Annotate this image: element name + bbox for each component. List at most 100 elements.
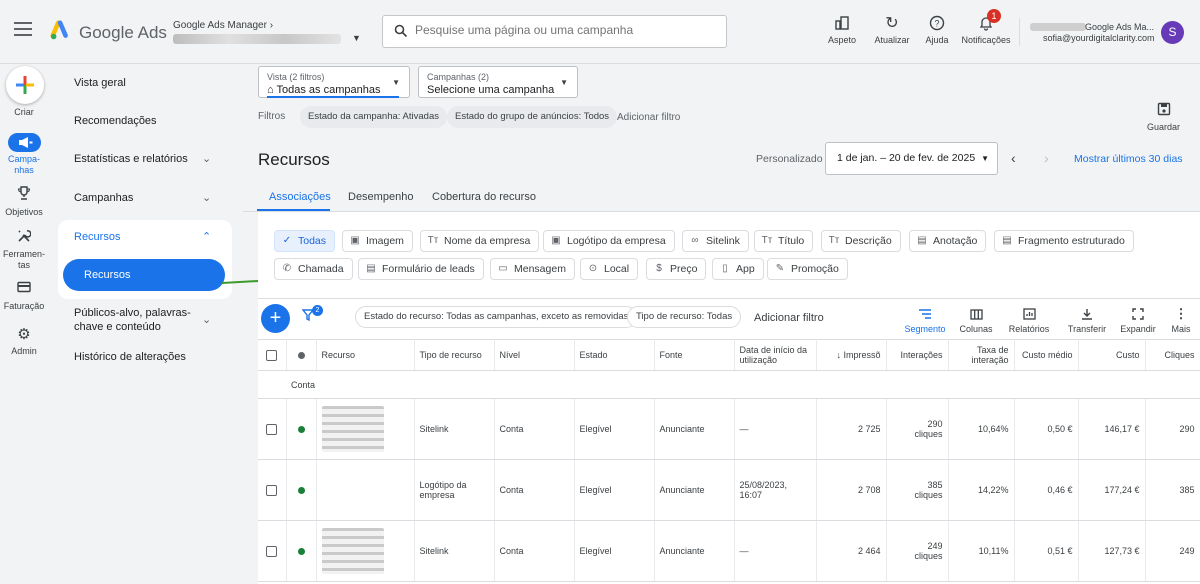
- notifications-button[interactable]: Notificações: [960, 14, 1012, 45]
- campaigns-rail-label[interactable]: Campa- nhas: [0, 154, 48, 176]
- nav-campaigns[interactable]: Campanhas: [74, 192, 133, 204]
- filter-chip-asset-type[interactable]: Tipo de recurso: Todas: [627, 306, 742, 328]
- chevron-left-icon[interactable]: ‹: [1011, 150, 1016, 166]
- asset-type-description[interactable]: Tт Descrição: [821, 230, 901, 252]
- nav-change-history[interactable]: Histórico de alterações: [74, 351, 186, 363]
- campaigns-rail-button[interactable]: [8, 133, 41, 152]
- asset-type-call[interactable]: ✆ Chamada: [274, 258, 353, 280]
- col-cost[interactable]: Custo: [1078, 339, 1146, 371]
- asset-type-sitelink[interactable]: ∞ Sitelink: [682, 230, 749, 252]
- nav-assets-selected[interactable]: Recursos: [63, 259, 225, 291]
- filter-chip-campaign-status[interactable]: Estado da campanha: Ativadas: [300, 106, 447, 128]
- col-avg-cost[interactable]: Custo médio: [1014, 339, 1079, 371]
- filter-chip-adgroup-status[interactable]: Estado do grupo de anúncios: Todos: [447, 106, 618, 128]
- more-button[interactable]: ⋮ Mais: [1164, 306, 1198, 334]
- asset-preview-blurred[interactable]: [321, 528, 384, 574]
- goals-rail-button[interactable]: Objetivos: [0, 186, 48, 218]
- chevron-down-icon[interactable]: ⌄: [202, 313, 211, 326]
- chevron-down-icon[interactable]: ⌄: [202, 152, 211, 165]
- show-last-30-days-link[interactable]: Mostrar últimos 30 dias: [1074, 153, 1183, 165]
- appearance-button[interactable]: Aspeto: [826, 14, 858, 45]
- chevron-up-icon[interactable]: ⌃: [202, 230, 211, 243]
- google-ads-logo[interactable]: [50, 20, 72, 42]
- view-select[interactable]: Vista (2 filtros) ⌂ Todas as campanhas ▼: [258, 66, 410, 98]
- menu-icon[interactable]: [14, 22, 32, 36]
- asset-type-business-logo[interactable]: ▣ Logótipo da empresa: [543, 230, 675, 252]
- search-input[interactable]: [415, 23, 715, 37]
- tab-asset-coverage[interactable]: Cobertura do recurso: [432, 191, 536, 203]
- add-asset-button[interactable]: +: [261, 304, 290, 333]
- tab-associations[interactable]: Associações: [269, 191, 331, 203]
- segment-button[interactable]: Segmento: [901, 307, 949, 334]
- asset-type-headline[interactable]: Tт Título: [754, 230, 814, 252]
- chevron-right-icon[interactable]: ›: [1044, 150, 1049, 166]
- date-range-picker[interactable]: 1 de jan. – 20 de fev. de 2025 ▼: [825, 142, 998, 175]
- asset-type-business-name[interactable]: Tт Nome da empresa: [420, 230, 540, 252]
- manager-account-blurred[interactable]: [173, 34, 341, 44]
- chevron-down-icon[interactable]: ⌄: [202, 191, 211, 204]
- help-button[interactable]: ? Ajuda: [924, 14, 950, 45]
- col-level[interactable]: Nível: [494, 339, 575, 371]
- col-source[interactable]: Fonte: [654, 339, 735, 371]
- asset-type-callout[interactable]: ▤ Anotação: [909, 230, 987, 252]
- asset-type-price[interactable]: $ Preço: [646, 258, 707, 280]
- row-checkbox[interactable]: [266, 423, 278, 435]
- page-title: Recursos: [258, 150, 330, 169]
- tools-rail-button[interactable]: Ferramen- tas: [0, 229, 48, 271]
- refresh-button[interactable]: ↻ Atualizar: [873, 14, 911, 45]
- status-dot-eligible: [297, 548, 305, 556]
- row-checkbox[interactable]: [266, 484, 278, 496]
- col-start-date[interactable]: Data de início da utilização: [734, 339, 817, 371]
- status-dot-eligible: [297, 426, 305, 434]
- status-dot-header: [297, 352, 305, 360]
- campaign-select[interactable]: Campanhas (2) Selecione uma campanha ▼: [418, 66, 578, 98]
- col-impressions[interactable]: ↓ Impressõ: [816, 339, 887, 371]
- create-label: Criar: [14, 107, 34, 117]
- col-interactions[interactable]: Interações: [886, 339, 949, 371]
- admin-rail-button[interactable]: ⚙ Admin: [0, 327, 48, 357]
- table-row[interactable]: Sitelink Conta Elegível Anunciante — 2 4…: [258, 520, 1200, 582]
- create-button[interactable]: [6, 66, 44, 104]
- table-row[interactable]: Sitelink Conta Elegível Anunciante — 2 7…: [258, 398, 1200, 460]
- billing-rail-button[interactable]: Faturação: [0, 281, 48, 312]
- chevron-down-icon[interactable]: ▼: [352, 33, 361, 43]
- nav-assets-group-label[interactable]: Recursos: [74, 231, 120, 243]
- nav-overview[interactable]: Vista geral: [74, 77, 126, 89]
- notification-badge: 1: [987, 9, 1001, 23]
- col-clicks[interactable]: Cliques: [1145, 339, 1200, 371]
- asset-type-structured-snippet[interactable]: ▤ Fragmento estruturado: [994, 230, 1134, 252]
- filter-chip-asset-status[interactable]: Estado do recurso: Todas as campanhas, e…: [355, 306, 638, 328]
- asset-type-app[interactable]: ▯ App: [712, 258, 764, 280]
- nav-audiences[interactable]: Públicos-alvo, palavras- chave e conteúd…: [74, 306, 191, 334]
- asset-type-message[interactable]: ▭ Mensagem: [490, 258, 575, 280]
- nav-recommendations[interactable]: Recomendações: [74, 115, 157, 127]
- columns-button[interactable]: Colunas: [955, 307, 997, 334]
- expand-button[interactable]: Expandir: [1116, 307, 1160, 334]
- asset-type-all[interactable]: ✓ Todas: [274, 230, 336, 252]
- select-all-checkbox[interactable]: [266, 349, 278, 361]
- nav-statistics[interactable]: Estatísticas e relatórios: [74, 153, 188, 165]
- help-icon: ?: [924, 14, 950, 32]
- asset-type-lead-form[interactable]: ▤ Formulário de leads: [358, 258, 484, 280]
- col-asset[interactable]: Recurso: [316, 339, 415, 371]
- asset-type-image[interactable]: ▣ Imagem: [342, 230, 413, 252]
- avatar[interactable]: S: [1161, 21, 1184, 44]
- reports-button[interactable]: Relatórios: [1005, 307, 1053, 334]
- table-add-filter[interactable]: Adicionar filtro: [754, 312, 824, 324]
- download-button[interactable]: Transferir: [1063, 307, 1111, 334]
- col-asset-type[interactable]: Tipo de recurso: [414, 339, 495, 371]
- account-name: Google Ads Ma...: [1085, 22, 1155, 32]
- col-status[interactable]: Estado: [574, 339, 655, 371]
- asset-type-location[interactable]: ⊙ Local: [580, 258, 639, 280]
- table-row[interactable]: Logótipo da empresa Conta Elegível Anunc…: [258, 459, 1200, 521]
- save-button[interactable]: Guardar: [1147, 102, 1180, 132]
- row-checkbox[interactable]: [266, 545, 278, 557]
- add-filter-link[interactable]: Adicionar filtro: [617, 112, 680, 123]
- location-pin-icon: ⊙: [588, 263, 598, 274]
- manager-label[interactable]: Google Ads Manager ›: [173, 20, 273, 31]
- search-box[interactable]: [382, 15, 727, 48]
- asset-preview-blurred[interactable]: [321, 406, 384, 452]
- asset-type-promotion[interactable]: ✎ Promoção: [767, 258, 848, 280]
- tab-performance[interactable]: Desempenho: [348, 191, 413, 203]
- col-interaction-rate[interactable]: Taxa de interação: [948, 339, 1015, 371]
